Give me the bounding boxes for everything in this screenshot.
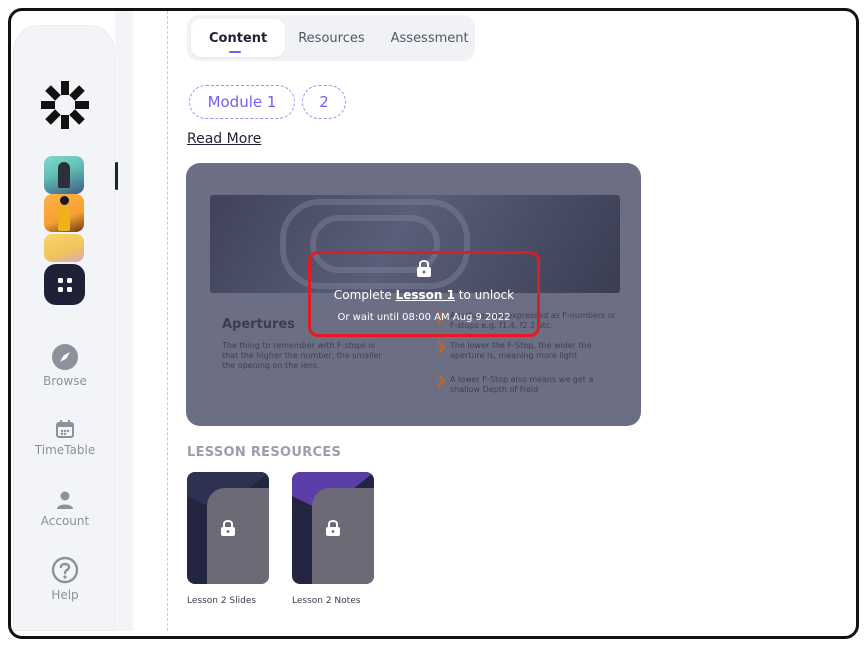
lesson-resources-heading: LESSON RESOURCES xyxy=(187,445,342,460)
module-chip[interactable]: 2 xyxy=(302,85,346,119)
module-chip[interactable]: Module 1 xyxy=(189,85,295,119)
grid-icon xyxy=(57,277,72,292)
thumbnail-paper xyxy=(312,488,374,584)
slide-bullet: The lower the F-Stop, the wider the aper… xyxy=(432,341,617,361)
resource-card[interactable]: Lesson 2 Slides xyxy=(187,472,269,606)
thumbnail-photo xyxy=(58,205,70,231)
question-icon xyxy=(51,556,79,584)
resource-card[interactable]: Lesson 2 Notes xyxy=(292,472,374,606)
sidebar-rail xyxy=(115,11,133,631)
locked-lesson-card[interactable]: Apertures The thing to remember with F-s… xyxy=(186,163,641,426)
lock-icon xyxy=(417,260,431,277)
unlock-text: Complete Lesson 1 to unlock xyxy=(311,288,537,302)
lock-icon xyxy=(221,520,235,536)
nav-label: Account xyxy=(40,514,90,528)
resource-label: Lesson 2 Slides xyxy=(187,596,257,606)
nav-help[interactable]: Help xyxy=(14,556,116,602)
lock-icon xyxy=(326,520,340,536)
tab-resources[interactable]: Resources xyxy=(285,19,377,57)
unlock-suffix: to unlock xyxy=(458,288,515,302)
thumbnail-photo xyxy=(58,162,70,188)
active-indicator xyxy=(115,162,118,190)
resource-label: Lesson 2 Notes xyxy=(292,596,361,606)
slide-bullet: A lower F-Stop also means we get a shall… xyxy=(432,375,617,395)
content-guide-line xyxy=(167,11,168,631)
apps-button[interactable] xyxy=(44,264,85,305)
nav-browse[interactable]: Browse xyxy=(14,344,116,388)
sidebar: Browse TimeTable Account Help xyxy=(13,25,118,631)
read-more-link[interactable]: Read More xyxy=(187,131,261,147)
slide-text: The thing to remember with F-stops is th… xyxy=(222,341,382,370)
nav-label: Help xyxy=(51,588,79,602)
nav-label: Browse xyxy=(43,374,87,388)
thumbnail-paper xyxy=(207,488,269,584)
slide-title: Apertures xyxy=(222,317,296,332)
thumbnail-photo xyxy=(60,196,69,205)
course-thumbnail[interactable] xyxy=(44,194,84,232)
nav-timetable[interactable]: TimeTable xyxy=(14,419,116,457)
user-icon xyxy=(57,491,73,509)
nav-label: TimeTable xyxy=(34,443,96,457)
tab-content[interactable]: Content xyxy=(191,19,286,57)
tab-assessment[interactable]: Assessment xyxy=(378,19,482,57)
unlock-message: Complete Lesson 1 to unlock Or wait unti… xyxy=(308,251,540,337)
resource-thumbnail xyxy=(292,472,374,584)
compass-icon xyxy=(52,344,78,370)
unlock-wait-time: Or wait until 08:00 AM Aug 9 2022 xyxy=(337,312,511,323)
course-thumbnail[interactable] xyxy=(44,234,84,262)
logo-icon[interactable] xyxy=(40,80,90,130)
course-thumbnail[interactable] xyxy=(44,156,84,194)
tab-bar: Content Resources Assessment xyxy=(187,15,475,61)
resource-thumbnail xyxy=(187,472,269,584)
calendar-icon xyxy=(56,420,74,438)
unlock-prefix: Complete xyxy=(333,288,392,302)
app-window: Browse TimeTable Account Help Content Re… xyxy=(8,8,859,639)
prerequisite-lesson-link[interactable]: Lesson 1 xyxy=(396,288,455,302)
nav-account[interactable]: Account xyxy=(14,490,116,528)
